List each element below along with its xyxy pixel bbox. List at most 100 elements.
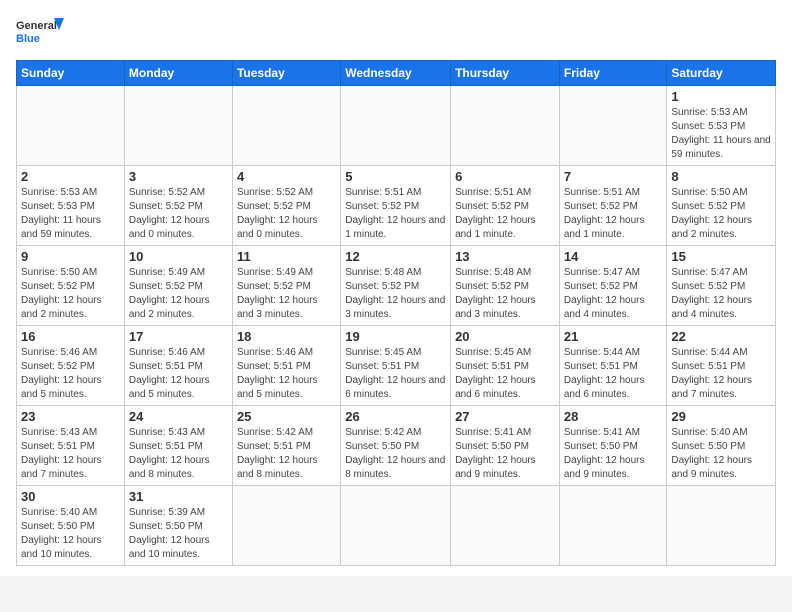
logo-svg: General Blue <box>16 16 66 52</box>
day-number: 3 <box>129 169 228 184</box>
calendar-cell: 18 Sunrise: 5:46 AM Sunset: 5:51 PM Dayli… <box>232 326 340 406</box>
calendar-cell <box>17 86 125 166</box>
calendar-cell <box>559 486 667 566</box>
calendar-cell: 9Sunrise: 5:50 AM Sunset: 5:52 PM Daylig… <box>17 246 125 326</box>
day-number: 28 <box>564 409 663 424</box>
day-info: Sunrise: 5:51 AM Sunset: 5:52 PM Dayligh… <box>455 186 555 242</box>
calendar-cell: 12Sunrise: 5:48 AM Sunset: 5:52 PM Dayli… <box>341 246 451 326</box>
day-info: Sunrise: 5:51 AM Sunset: 5:52 PM Dayligh… <box>345 186 446 242</box>
day-number: 6 <box>455 169 555 184</box>
day-info: Sunrise: 5:50 AM Sunset: 5:52 PM Dayligh… <box>21 266 120 322</box>
calendar-cell: 21 Sunrise: 5:44 AM Sunset: 5:51 PM Dayli… <box>559 326 667 406</box>
calendar-cell: 1 Sunrise: 5:53 AM Sunset: 5:53 PM Daylig… <box>667 86 776 166</box>
day-info: Sunrise: 5:42 AM Sunset: 5:51 PM Dayligh… <box>237 426 336 482</box>
calendar-header: SundayMondayTuesdayWednesdayThursdayFrid… <box>17 61 776 86</box>
calendar-cell <box>341 86 451 166</box>
day-number: 8 <box>671 169 771 184</box>
day-number: 23 <box>21 409 120 424</box>
day-info: Sunrise: 5:40 AM Sunset: 5:50 PM Dayligh… <box>21 506 120 562</box>
day-number: 5 <box>345 169 446 184</box>
calendar-cell <box>667 486 776 566</box>
day-info: Sunrise: 5:52 AM Sunset: 5:52 PM Dayligh… <box>129 186 228 242</box>
day-number: 12 <box>345 249 446 264</box>
day-info: Sunrise: 5:45 AM Sunset: 5:51 PM Dayligh… <box>455 346 555 402</box>
day-number: 4 <box>237 169 336 184</box>
calendar-cell <box>451 86 560 166</box>
day-number: 18 <box>237 329 336 344</box>
day-number: 17 <box>129 329 228 344</box>
calendar-cell: 28 Sunrise: 5:41 AM Sunset: 5:50 PM Dayli… <box>559 406 667 486</box>
calendar-cell: 26Sunrise: 5:42 AM Sunset: 5:50 PM Dayli… <box>341 406 451 486</box>
day-number: 1 <box>671 89 771 104</box>
day-number: 20 <box>455 329 555 344</box>
day-info: Sunrise: 5:50 AM Sunset: 5:52 PM Dayligh… <box>671 186 771 242</box>
calendar-cell: 5 Sunrise: 5:51 AM Sunset: 5:52 PM Daylig… <box>341 166 451 246</box>
day-number: 24 <box>129 409 228 424</box>
day-info: Sunrise: 5:46 AM Sunset: 5:52 PM Dayligh… <box>21 346 120 402</box>
svg-text:General: General <box>16 20 57 32</box>
weekday-header-monday: Monday <box>124 61 232 86</box>
calendar-table: SundayMondayTuesdayWednesdayThursdayFrid… <box>16 60 776 566</box>
day-info: Sunrise: 5:47 AM Sunset: 5:52 PM Dayligh… <box>564 266 663 322</box>
day-info: Sunrise: 5:46 AM Sunset: 5:51 PM Dayligh… <box>129 346 228 402</box>
calendar-week-3: 9Sunrise: 5:50 AM Sunset: 5:52 PM Daylig… <box>17 246 776 326</box>
calendar-week-2: 2 Sunrise: 5:53 AM Sunset: 5:53 PM Daylig… <box>17 166 776 246</box>
calendar-cell: 15 Sunrise: 5:47 AM Sunset: 5:52 PM Dayli… <box>667 246 776 326</box>
calendar-body: 1 Sunrise: 5:53 AM Sunset: 5:53 PM Daylig… <box>17 86 776 566</box>
day-info: Sunrise: 5:47 AM Sunset: 5:52 PM Dayligh… <box>671 266 771 322</box>
calendar-cell: 11Sunrise: 5:49 AM Sunset: 5:52 PM Dayli… <box>232 246 340 326</box>
day-info: Sunrise: 5:51 AM Sunset: 5:52 PM Dayligh… <box>564 186 663 242</box>
calendar-cell <box>232 86 340 166</box>
day-info: Sunrise: 5:44 AM Sunset: 5:51 PM Dayligh… <box>671 346 771 402</box>
day-info: Sunrise: 5:42 AM Sunset: 5:50 PM Dayligh… <box>345 426 446 482</box>
calendar-cell: 30 Sunrise: 5:40 AM Sunset: 5:50 PM Dayli… <box>17 486 125 566</box>
calendar-cell: 14 Sunrise: 5:47 AM Sunset: 5:52 PM Dayli… <box>559 246 667 326</box>
calendar-cell <box>232 486 340 566</box>
day-number: 11 <box>237 249 336 264</box>
calendar-cell: 7 Sunrise: 5:51 AM Sunset: 5:52 PM Daylig… <box>559 166 667 246</box>
weekday-header-friday: Friday <box>559 61 667 86</box>
day-number: 16 <box>21 329 120 344</box>
day-number: 22 <box>671 329 771 344</box>
day-number: 2 <box>21 169 120 184</box>
day-number: 29 <box>671 409 771 424</box>
svg-text:Blue: Blue <box>16 33 40 45</box>
weekday-row: SundayMondayTuesdayWednesdayThursdayFrid… <box>17 61 776 86</box>
day-info: Sunrise: 5:43 AM Sunset: 5:51 PM Dayligh… <box>21 426 120 482</box>
calendar-cell: 2 Sunrise: 5:53 AM Sunset: 5:53 PM Daylig… <box>17 166 125 246</box>
day-number: 7 <box>564 169 663 184</box>
day-info: Sunrise: 5:39 AM Sunset: 5:50 PM Dayligh… <box>129 506 228 562</box>
header: General Blue <box>16 16 776 52</box>
day-number: 31 <box>129 489 228 504</box>
day-number: 30 <box>21 489 120 504</box>
weekday-header-saturday: Saturday <box>667 61 776 86</box>
calendar-week-1: 1 Sunrise: 5:53 AM Sunset: 5:53 PM Daylig… <box>17 86 776 166</box>
day-info: Sunrise: 5:46 AM Sunset: 5:51 PM Dayligh… <box>237 346 336 402</box>
calendar-cell: 19 Sunrise: 5:45 AM Sunset: 5:51 PM Dayli… <box>341 326 451 406</box>
weekday-header-wednesday: Wednesday <box>341 61 451 86</box>
calendar-cell: 27Sunrise: 5:41 AM Sunset: 5:50 PM Dayli… <box>451 406 560 486</box>
calendar-cell: 10Sunrise: 5:49 AM Sunset: 5:52 PM Dayli… <box>124 246 232 326</box>
day-info: Sunrise: 5:53 AM Sunset: 5:53 PM Dayligh… <box>21 186 120 242</box>
calendar-cell: 24Sunrise: 5:43 AM Sunset: 5:51 PM Dayli… <box>124 406 232 486</box>
calendar-cell: 25 Sunrise: 5:42 AM Sunset: 5:51 PM Dayli… <box>232 406 340 486</box>
day-number: 14 <box>564 249 663 264</box>
day-number: 19 <box>345 329 446 344</box>
day-info: Sunrise: 5:45 AM Sunset: 5:51 PM Dayligh… <box>345 346 446 402</box>
calendar-cell: 23 Sunrise: 5:43 AM Sunset: 5:51 PM Dayli… <box>17 406 125 486</box>
day-info: Sunrise: 5:41 AM Sunset: 5:50 PM Dayligh… <box>564 426 663 482</box>
calendar-cell: 3 Sunrise: 5:52 AM Sunset: 5:52 PM Daylig… <box>124 166 232 246</box>
weekday-header-tuesday: Tuesday <box>232 61 340 86</box>
calendar-cell: 16 Sunrise: 5:46 AM Sunset: 5:52 PM Dayli… <box>17 326 125 406</box>
calendar-cell: 31 Sunrise: 5:39 AM Sunset: 5:50 PM Dayli… <box>124 486 232 566</box>
day-number: 15 <box>671 249 771 264</box>
logo: General Blue <box>16 16 66 52</box>
page: General Blue SundayMondayTuesdayWednesda… <box>0 0 792 576</box>
calendar-cell: 20 Sunrise: 5:45 AM Sunset: 5:51 PM Dayli… <box>451 326 560 406</box>
calendar-cell <box>124 86 232 166</box>
day-info: Sunrise: 5:44 AM Sunset: 5:51 PM Dayligh… <box>564 346 663 402</box>
calendar-cell: 13Sunrise: 5:48 AM Sunset: 5:52 PM Dayli… <box>451 246 560 326</box>
day-number: 21 <box>564 329 663 344</box>
day-number: 25 <box>237 409 336 424</box>
day-info: Sunrise: 5:53 AM Sunset: 5:53 PM Dayligh… <box>671 106 771 162</box>
